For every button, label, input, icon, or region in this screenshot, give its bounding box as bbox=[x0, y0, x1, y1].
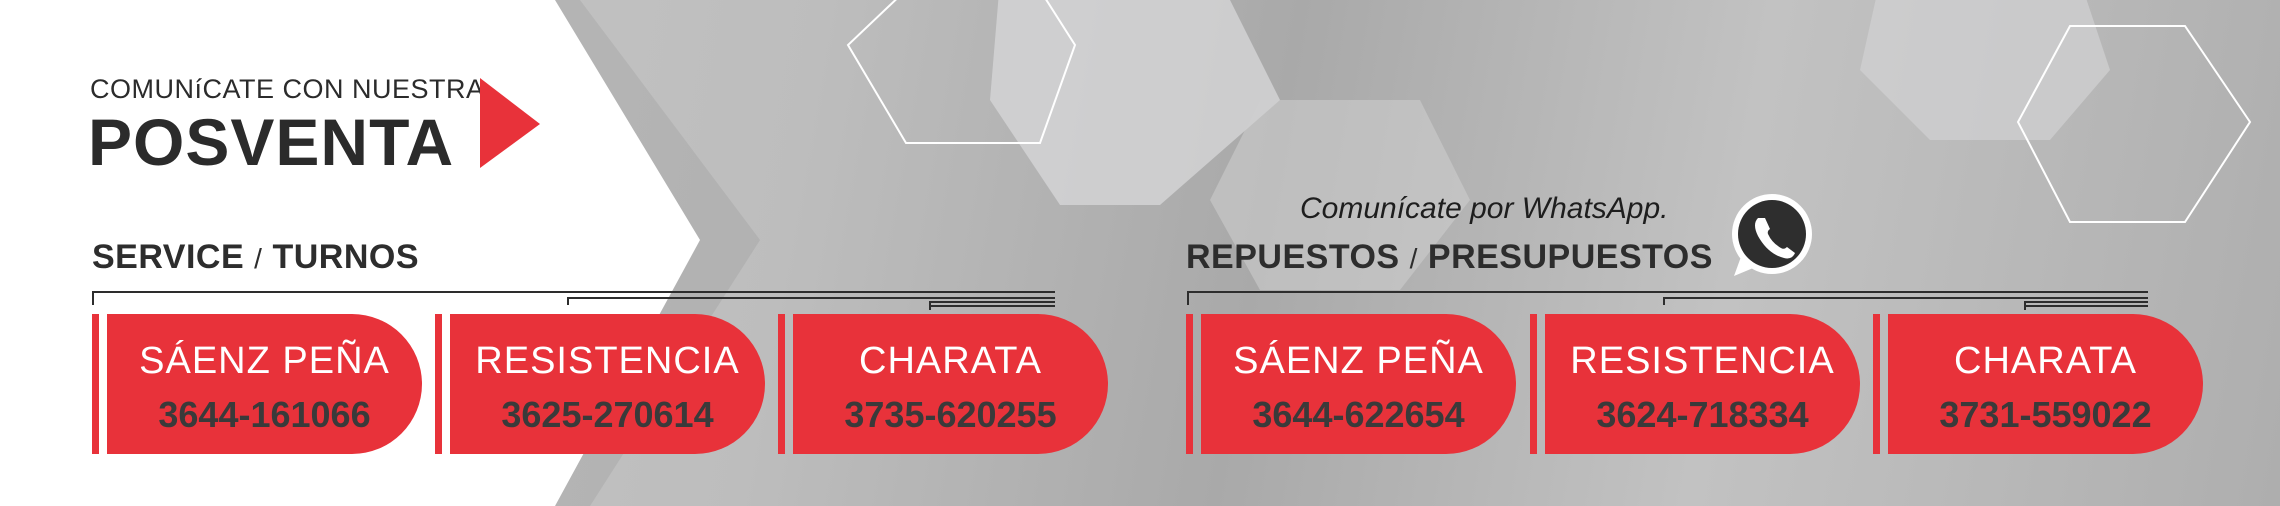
card-city: CHARATA bbox=[1954, 340, 2137, 382]
phone-card-repuestos-saenz-pena[interactable]: SÁENZ PEÑA 3644-622654 bbox=[1186, 314, 1516, 454]
card-accent-bar bbox=[1186, 314, 1193, 454]
card-accent-bar bbox=[92, 314, 99, 454]
card-accent-bar bbox=[435, 314, 442, 454]
card-accent-bar bbox=[1530, 314, 1537, 454]
card-city: SÁENZ PEÑA bbox=[1233, 340, 1484, 382]
card-city: SÁENZ PEÑA bbox=[139, 340, 390, 382]
card-city: RESISTENCIA bbox=[475, 340, 740, 382]
card-phone[interactable]: 3731-559022 bbox=[1888, 394, 2203, 436]
card-phone[interactable]: 3644-622654 bbox=[1201, 394, 1516, 436]
card-phone[interactable]: 3735-620255 bbox=[793, 394, 1108, 436]
phone-card-repuestos-resistencia[interactable]: RESISTENCIA 3624-718334 bbox=[1530, 314, 1860, 454]
phone-card-service-charata[interactable]: CHARATA 3735-620255 bbox=[778, 314, 1108, 454]
phone-card-repuestos-charata[interactable]: CHARATA 3731-559022 bbox=[1873, 314, 2203, 454]
card-accent-bar bbox=[778, 314, 785, 454]
phone-card-service-resistencia[interactable]: RESISTENCIA 3625-270614 bbox=[435, 314, 765, 454]
card-city: RESISTENCIA bbox=[1570, 340, 1835, 382]
card-city: CHARATA bbox=[859, 340, 1042, 382]
card-accent-bar bbox=[1873, 314, 1880, 454]
card-phone[interactable]: 3624-718334 bbox=[1545, 394, 1860, 436]
card-phone[interactable]: 3644-161066 bbox=[107, 394, 422, 436]
card-phone[interactable]: 3625-270614 bbox=[450, 394, 765, 436]
phone-card-service-saenz-pena[interactable]: SÁENZ PEÑA 3644-161066 bbox=[92, 314, 422, 454]
